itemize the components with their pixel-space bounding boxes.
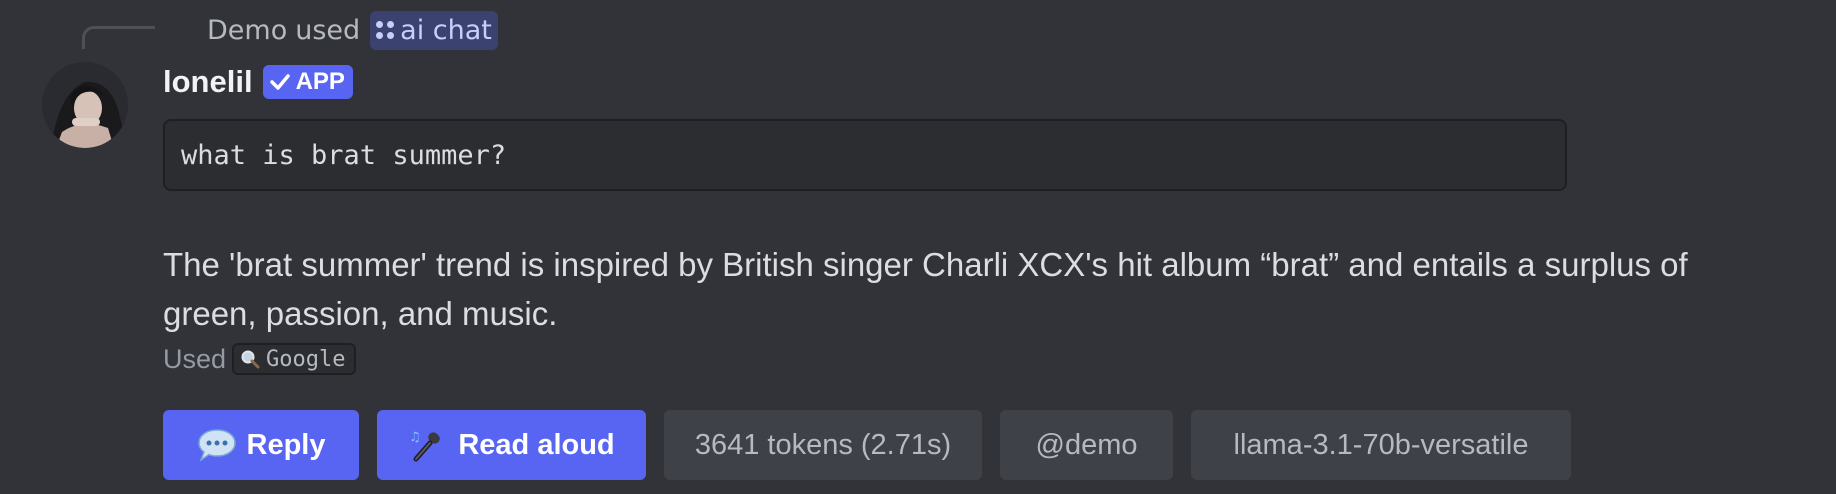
read-aloud-button-label: Read aloud bbox=[458, 428, 615, 461]
checkmark-icon bbox=[269, 74, 290, 90]
command-reference[interactable]: Demo used ai chat bbox=[207, 8, 498, 52]
reply-button-label: Reply bbox=[246, 428, 326, 461]
code-block-text: what is brat summer? bbox=[181, 139, 507, 171]
app-badge: APP bbox=[262, 65, 353, 99]
microphone-icon: ♫ bbox=[409, 430, 441, 462]
tool-usage: Used Google bbox=[163, 340, 356, 378]
mention-button[interactable]: @demo bbox=[1000, 410, 1173, 480]
model-button[interactable]: llama-3.1-70b-versatile bbox=[1191, 410, 1571, 480]
button-row: Reply ♫ Read aloud 3641 tokens (2.71s) @… bbox=[163, 410, 1571, 480]
author-row: lonelil APP bbox=[163, 62, 353, 102]
read-aloud-button[interactable]: ♫ Read aloud bbox=[377, 410, 646, 480]
mention-button-label: @demo bbox=[1035, 428, 1138, 461]
tokens-button-label: 3641 tokens (2.71s) bbox=[694, 428, 952, 461]
tool-chip: Google bbox=[232, 343, 356, 375]
command-user[interactable]: Demo bbox=[207, 15, 287, 46]
author-name[interactable]: lonelil bbox=[163, 64, 253, 100]
reply-button[interactable]: Reply bbox=[163, 410, 359, 480]
svg-text:♫: ♫ bbox=[409, 430, 421, 445]
speech-balloon-icon bbox=[197, 429, 236, 462]
app-command-icon bbox=[376, 21, 395, 39]
command-chip[interactable]: ai chat bbox=[370, 10, 498, 50]
chat-message: Demo used ai chat lonelil APP what is br… bbox=[0, 0, 1836, 494]
command-used-text: used bbox=[295, 14, 361, 46]
avatar[interactable] bbox=[42, 62, 128, 148]
reply-spine bbox=[82, 26, 155, 49]
magnifying-glass-icon bbox=[241, 350, 260, 369]
tool-usage-label: Used bbox=[163, 343, 227, 374]
answer-text: The 'brat summer' trend is inspired by B… bbox=[163, 246, 1688, 332]
command-name: ai chat bbox=[400, 14, 492, 46]
model-button-label: llama-3.1-70b-versatile bbox=[1233, 428, 1529, 461]
tokens-button[interactable]: 3641 tokens (2.71s) bbox=[664, 410, 982, 480]
tool-name: Google bbox=[266, 346, 346, 372]
code-block: what is brat summer? bbox=[163, 119, 1567, 191]
app-badge-label: APP bbox=[295, 68, 345, 95]
